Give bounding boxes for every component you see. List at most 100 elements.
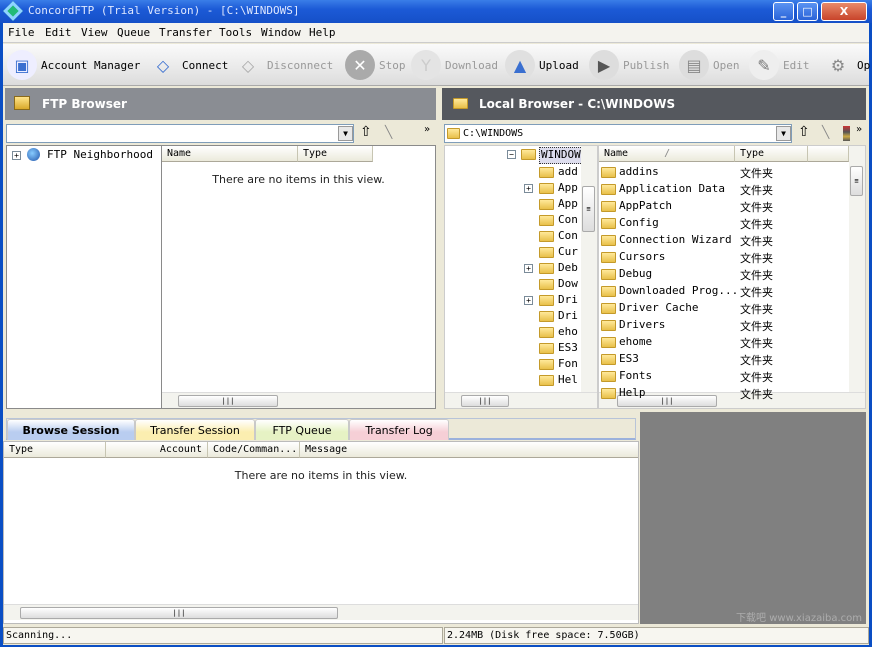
tree-item[interactable]: Dri (558, 309, 580, 326)
menu-window[interactable]: Window (261, 26, 301, 39)
stop-icon: ✕ (345, 50, 375, 80)
chevron-down-icon[interactable]: ▼ (776, 126, 791, 141)
file-row[interactable]: Config 文件夹 (601, 216, 847, 233)
file-name: Debug (619, 267, 653, 280)
toolbar-open-button[interactable]: ▤ Open (679, 48, 740, 82)
drive-icon[interactable] (843, 126, 850, 141)
toolbar-disconnect-button[interactable]: ◇ Disconnect (233, 48, 333, 82)
menu-tools[interactable]: Tools (219, 26, 252, 39)
toolbar-connect-button[interactable]: ◇ Connect (148, 48, 229, 82)
column-header-account[interactable]: Account (106, 442, 208, 458)
folder-icon (539, 199, 554, 210)
toolbar-account-manager-button[interactable]: ▣ Account Manager (7, 48, 140, 82)
file-row[interactable]: ehome 文件夹 (601, 335, 847, 352)
more-icon[interactable]: » (424, 124, 430, 135)
horizontal-scrollbar[interactable]: ||| (4, 604, 638, 620)
column-header-name[interactable]: Name / (599, 146, 735, 162)
tree-item[interactable]: add (558, 165, 580, 182)
minimize-button[interactable]: _ (773, 2, 794, 21)
vertical-scrollbar[interactable]: ≡ (581, 146, 597, 392)
column-header-code[interactable]: Code/Comman... (208, 442, 300, 458)
local-path-combo[interactable]: C:\WINDOWS (444, 124, 792, 143)
expand-icon[interactable]: + (524, 264, 533, 273)
file-row[interactable]: Help 文件夹 (601, 386, 847, 403)
file-row[interactable]: ES3 文件夹 (601, 352, 847, 369)
toolbar-upload-button[interactable]: ▲ Upload (505, 48, 579, 82)
ftp-path-combo[interactable] (6, 124, 354, 143)
menu-transfer[interactable]: Transfer (159, 26, 212, 39)
file-row[interactable]: Drivers 文件夹 (601, 318, 847, 335)
folder-icon (601, 285, 616, 297)
more-icon[interactable]: » (856, 124, 862, 135)
tree-item[interactable]: Dow (558, 277, 580, 294)
file-row[interactable]: AppPatch 文件夹 (601, 199, 847, 216)
tree-item[interactable]: Con (558, 229, 580, 246)
session-tabs: Browse Session Transfer Session FTP Queue T… (6, 418, 636, 440)
tree-item-ftp-neighborhood[interactable]: FTP Neighborhood (47, 148, 153, 165)
vertical-scrollbar[interactable]: ≡ (849, 146, 865, 392)
collapse-icon[interactable]: − (507, 150, 516, 159)
upload-icon: ▲ (505, 50, 535, 80)
column-header-type[interactable]: Type (735, 146, 808, 162)
file-row[interactable]: Application Data 文件夹 (601, 182, 847, 199)
toolbar-stop-button[interactable]: ✕ Stop (345, 48, 406, 82)
folder-icon (601, 336, 616, 348)
folder-icon (601, 319, 616, 331)
tab-browse-session[interactable]: Browse Session (7, 419, 135, 440)
tree-item[interactable]: Dri (558, 293, 580, 310)
menu-view[interactable]: View (81, 26, 108, 39)
close-button[interactable]: X (821, 2, 867, 21)
edit-path-icon[interactable]: ╲ (385, 125, 392, 139)
menu-queue[interactable]: Queue (117, 26, 150, 39)
empty-workspace: 下载吧 www.xiazaiba.com (640, 412, 866, 624)
empty-message: There are no items in this view. (212, 173, 385, 186)
tree-item[interactable]: Fon (558, 357, 580, 374)
toolbar-op-button[interactable]: ⚙ Op (823, 48, 870, 82)
expand-icon[interactable]: + (524, 296, 533, 305)
watermark: 下载吧 www.xiazaiba.com (736, 613, 862, 624)
file-name: Help (619, 386, 646, 399)
tree-item[interactable]: Cur (558, 245, 580, 262)
tree-item[interactable]: eho (558, 325, 580, 342)
file-row[interactable]: Debug 文件夹 (601, 267, 847, 284)
horizontal-scrollbar[interactable]: ||| (445, 392, 597, 408)
chevron-down-icon[interactable]: ▼ (338, 126, 353, 141)
expand-icon[interactable]: + (524, 184, 533, 193)
column-header-name[interactable]: Name (162, 146, 298, 162)
file-row[interactable]: addins 文件夹 (601, 165, 847, 182)
edit-path-icon[interactable]: ╲ (822, 125, 829, 139)
folder-icon (539, 263, 554, 274)
maximize-button[interactable]: □ (797, 2, 818, 21)
column-header-type[interactable]: Type (4, 442, 106, 458)
tree-item[interactable]: App (558, 181, 580, 198)
toolbar-edit-button[interactable]: ✎ Edit (749, 48, 810, 82)
up-folder-icon[interactable]: ⇧ (360, 124, 372, 140)
toolbar-download-button[interactable]: Y Download (411, 48, 498, 82)
menu-edit[interactable]: Edit (45, 26, 72, 39)
connect-icon: ◇ (156, 55, 170, 75)
menu-file[interactable]: File (8, 26, 35, 39)
menu-help[interactable]: Help (309, 26, 336, 39)
file-row[interactable]: Cursors 文件夹 (601, 250, 847, 267)
tab-ftp-queue[interactable]: FTP Queue (255, 419, 349, 440)
column-header-message[interactable]: Message (300, 442, 638, 458)
up-folder-icon[interactable]: ⇧ (798, 124, 810, 140)
file-row[interactable]: Downloaded Prog... 文件夹 (601, 284, 847, 301)
tab-transfer-log[interactable]: Transfer Log (349, 419, 449, 440)
file-row[interactable]: Connection Wizard 文件夹 (601, 233, 847, 250)
horizontal-scrollbar[interactable]: ||| (162, 392, 435, 408)
file-row[interactable]: Driver Cache 文件夹 (601, 301, 847, 318)
column-header-type[interactable]: Type (298, 146, 373, 162)
tab-transfer-session[interactable]: Transfer Session (135, 419, 255, 440)
globe-icon (27, 148, 40, 161)
tree-item[interactable]: Deb (558, 261, 580, 278)
tree-item[interactable]: Hel (558, 373, 580, 390)
tree-item[interactable]: App (558, 197, 580, 214)
tree-item[interactable]: Con (558, 213, 580, 230)
expand-icon[interactable]: + (12, 151, 21, 160)
file-row[interactable]: Fonts 文件夹 (601, 369, 847, 386)
tree-item[interactable]: ES3 (558, 341, 580, 358)
toolbar-publish-button[interactable]: ▶ Publish (589, 48, 669, 82)
status-bar: Scanning... 2.24MB (Disk free space: 7.5… (3, 626, 869, 645)
tree-item-root[interactable]: WINDOW (539, 147, 583, 164)
